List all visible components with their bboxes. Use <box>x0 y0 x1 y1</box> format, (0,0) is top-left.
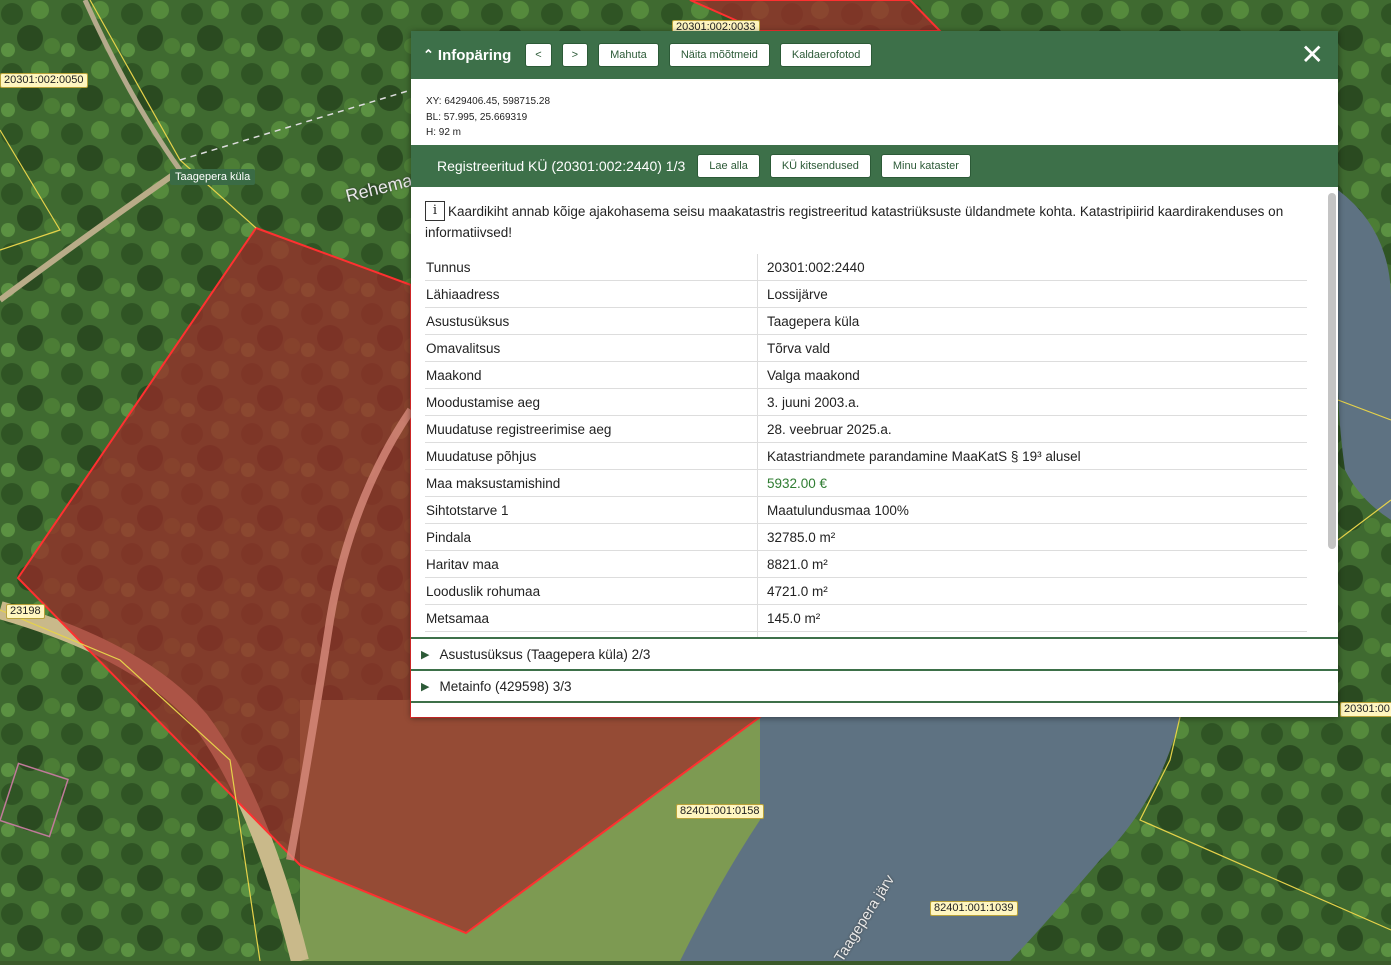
coordinates-block: XY: 6429406.45, 598715.28 BL: 57.995, 25… <box>411 79 1338 145</box>
restrictions-button[interactable]: KÜ kitsendused <box>769 154 871 178</box>
collapse-chevron-icon[interactable]: ⌃ <box>423 47 434 63</box>
my-cadastre-button[interactable]: Minu kataster <box>880 154 971 178</box>
panel-title-text: Infopäring <box>437 46 512 64</box>
section-title: Registreeritud KÜ (20301:002:2440) 1/3 <box>437 158 686 174</box>
attribute-value: 28. veebruar 2025.a. <box>757 415 1307 443</box>
attribute-value: Tõrva vald <box>757 334 1307 362</box>
table-row: Metsamaa 145.0 m² <box>425 604 1307 632</box>
info-notice: i Kaardikiht annab kõige ajakohasema seis… <box>411 187 1324 243</box>
map-label-parcel: 20301:002:0050 <box>0 73 88 88</box>
attribute-key: Metsamaa <box>425 604 758 632</box>
table-row: Moodustamise aeg 3. juuni 2003.a. <box>425 388 1307 416</box>
attribute-key: Sihtotstarve 1 <box>425 496 758 524</box>
attribute-key: Omavalitsus <box>425 334 758 362</box>
download-button[interactable]: Lae alla <box>697 154 760 178</box>
section-content[interactable]: i Kaardikiht annab kõige ajakohasema seis… <box>411 187 1324 637</box>
next-button[interactable]: > <box>561 43 589 67</box>
close-icon[interactable]: ✕ <box>1301 41 1324 69</box>
panel-title[interactable]: ⌃ Infopäring <box>423 47 511 64</box>
attribute-value: 32785.0 m² <box>757 523 1307 551</box>
info-query-panel: ⌃ Infopäring < > Mahuta Näita mõõtmeid K… <box>411 31 1338 717</box>
attribute-value: Katastriandmete parandamine MaaKatS § 19… <box>757 442 1307 470</box>
oblique-photos-button[interactable]: Kaldaerofotod <box>779 43 873 67</box>
section-header-registered-parcel[interactable]: Registreeritud KÜ (20301:002:2440) 1/3 L… <box>411 145 1338 187</box>
attribute-key: Moodustamise aeg <box>425 388 758 416</box>
table-row: Pindala 32785.0 m² <box>425 523 1307 551</box>
info-icon: i <box>425 201 445 221</box>
attribute-value: 4721.0 m² <box>757 577 1307 605</box>
attribute-key: Looduslik rohumaa <box>425 577 758 605</box>
attribute-key: Muudatuse põhjus <box>425 442 758 470</box>
section-title: Asustusüksus (Taagepera küla) 2/3 <box>439 646 651 662</box>
table-row: Sihtotstarve 1 Maatulundusmaa 100% <box>425 496 1307 524</box>
attribute-key: Tunnus <box>425 254 758 281</box>
attribute-value: Valga maakond <box>757 361 1307 389</box>
scrollbar-thumb[interactable] <box>1328 193 1336 549</box>
table-row: Tunnus 20301:002:2440 <box>425 254 1307 281</box>
attribute-value: 8821.0 m² <box>757 550 1307 578</box>
attribute-value: 5932.00 € <box>757 469 1307 497</box>
panel-header: ⌃ Infopäring < > Mahuta Näita mõõtmeid K… <box>411 31 1338 79</box>
table-row: Lähiaadress Lossijärve <box>425 280 1307 308</box>
section-header-settlement[interactable]: ▶ Asustusüksus (Taagepera küla) 2/3 <box>411 637 1338 669</box>
table-row: Omavalitsus Tõrva vald <box>425 334 1307 362</box>
fit-button[interactable]: Mahuta <box>598 43 659 67</box>
attribute-key: Maa maksustamishind <box>425 469 758 497</box>
section-title: Metainfo (429598) 3/3 <box>439 678 572 694</box>
map-label-parcel: 82401:001:1039 <box>930 901 1018 916</box>
attribute-key: Pindala <box>425 523 758 551</box>
map-label-parcel: 82401:001:0158 <box>676 804 764 819</box>
attribute-value: Lossijärve <box>757 280 1307 308</box>
map-label-village: Taagepera küla <box>170 169 256 185</box>
prev-button[interactable]: < <box>525 43 552 67</box>
table-row: Maa maksustamishind 5932.00 € <box>425 469 1307 497</box>
table-row: Looduslik rohumaa 4721.0 m² <box>425 577 1307 605</box>
table-row: Haritav maa 8821.0 m² <box>425 550 1307 578</box>
table-row: Asustusüksus Taagepera küla <box>425 307 1307 335</box>
attribute-key: Haritav maa <box>425 550 758 578</box>
attribute-key: Maakond <box>425 361 758 389</box>
attribute-key: Asustusüksus <box>425 307 758 335</box>
attribute-key: Muudatuse registreerimise aeg <box>425 415 758 443</box>
expand-triangle-icon: ▶ <box>421 680 430 693</box>
table-row: Muudatuse põhjus Katastriandmete parandam… <box>425 442 1307 470</box>
attribute-value: Maatulundusmaa 100% <box>757 496 1307 524</box>
coords-xy: XY: 6429406.45, 598715.28 <box>426 96 551 107</box>
section-header-metainfo[interactable]: ▶ Metainfo (429598) 3/3 <box>411 669 1338 703</box>
attribute-table: Tunnus 20301:002:2440 Lähiaadress Lossijärv… <box>425 254 1307 637</box>
table-row: Muudatuse registreerimise aeg 28. veebrua… <box>425 415 1307 443</box>
attribute-value: 20301:002:2440 <box>757 254 1307 281</box>
attribute-value: 145.0 m² <box>757 604 1307 632</box>
attribute-value: 3. juuni 2003.a. <box>757 388 1307 416</box>
table-row: Maakond Valga maakond <box>425 361 1307 389</box>
map-label-parcel: 20301:00 <box>1340 702 1391 717</box>
coords-height: H: 92 m <box>426 127 462 138</box>
map-label-road: 23198 <box>6 604 45 619</box>
show-measurements-button[interactable]: Näita mõõtmeid <box>668 43 770 67</box>
coords-bl: BL: 57.995, 25.669319 <box>426 111 528 123</box>
info-text: Kaardikiht annab kõige ajakohasema seisu… <box>425 204 1284 240</box>
attribute-key: Lähiaadress <box>425 280 758 308</box>
expand-triangle-icon: ▶ <box>421 648 430 661</box>
attribute-value: Taagepera küla <box>757 307 1307 335</box>
